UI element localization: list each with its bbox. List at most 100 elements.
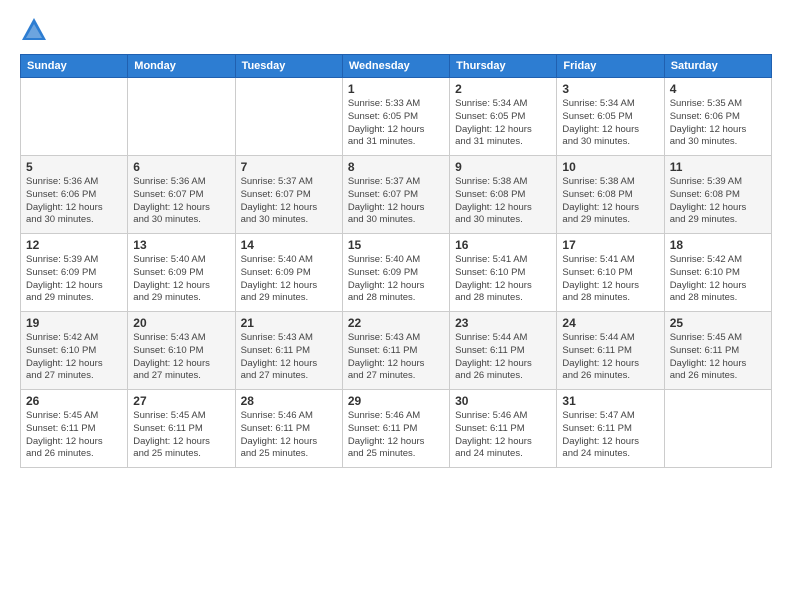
day-number: 22: [348, 316, 444, 330]
calendar-cell: 5 Sunrise: 5:36 AM Sunset: 6:06 PM Daylig…: [21, 156, 128, 234]
col-header-friday: Friday: [557, 55, 664, 78]
day-number: 30: [455, 394, 551, 408]
col-header-saturday: Saturday: [664, 55, 771, 78]
day-info: Sunrise: 5:42 AM Sunset: 6:10 PM Dayligh…: [26, 332, 122, 383]
day-number: 27: [133, 394, 229, 408]
day-number: 24: [562, 316, 658, 330]
calendar-week-2: 5 Sunrise: 5:36 AM Sunset: 6:06 PM Daylig…: [21, 156, 772, 234]
day-number: 3: [562, 82, 658, 96]
calendar-table: SundayMondayTuesdayWednesdayThursdayFrid…: [20, 54, 772, 468]
day-number: 28: [241, 394, 337, 408]
day-info: Sunrise: 5:45 AM Sunset: 6:11 PM Dayligh…: [26, 410, 122, 461]
calendar-cell: 28Sunrise: 5:46 AM Sunset: 6:11 PM Dayli…: [235, 390, 342, 468]
calendar-cell: 2 Sunrise: 5:34 AM Sunset: 6:05 PM Daylig…: [450, 78, 557, 156]
day-info: Sunrise: 5:36 AM Sunset: 6:06 PM Dayligh…: [26, 176, 122, 227]
day-info: Sunrise: 5:33 AM Sunset: 6:05 PM Dayligh…: [348, 98, 444, 149]
day-info: Sunrise: 5:41 AM Sunset: 6:10 PM Dayligh…: [562, 254, 658, 305]
day-info: Sunrise: 5:39 AM Sunset: 6:09 PM Dayligh…: [26, 254, 122, 305]
calendar-cell: 26 Sunrise: 5:45 AM Sunset: 6:11 PM Dayli…: [21, 390, 128, 468]
day-number: 14: [241, 238, 337, 252]
day-number: 8: [348, 160, 444, 174]
calendar-cell: 6 Sunrise: 5:36 AM Sunset: 6:07 PM Daylig…: [128, 156, 235, 234]
calendar-cell: 9 Sunrise: 5:38 AM Sunset: 6:08 PM Daylig…: [450, 156, 557, 234]
day-info: Sunrise: 5:38 AM Sunset: 6:08 PM Dayligh…: [455, 176, 551, 227]
calendar-cell: [235, 78, 342, 156]
day-number: 6: [133, 160, 229, 174]
day-number: 12: [26, 238, 122, 252]
day-number: 9: [455, 160, 551, 174]
day-number: 11: [670, 160, 766, 174]
calendar-cell: 14Sunrise: 5:40 AM Sunset: 6:09 PM Dayli…: [235, 234, 342, 312]
page: SundayMondayTuesdayWednesdayThursdayFrid…: [0, 0, 792, 478]
col-header-sunday: Sunday: [21, 55, 128, 78]
logo-icon: [20, 16, 48, 44]
calendar-cell: 16Sunrise: 5:41 AM Sunset: 6:10 PM Dayli…: [450, 234, 557, 312]
day-number: 5: [26, 160, 122, 174]
day-number: 26: [26, 394, 122, 408]
calendar-cell: 21Sunrise: 5:43 AM Sunset: 6:11 PM Dayli…: [235, 312, 342, 390]
day-info: Sunrise: 5:43 AM Sunset: 6:11 PM Dayligh…: [241, 332, 337, 383]
day-info: Sunrise: 5:38 AM Sunset: 6:08 PM Dayligh…: [562, 176, 658, 227]
calendar-cell: 22 Sunrise: 5:43 AM Sunset: 6:11 PM Dayli…: [342, 312, 449, 390]
day-info: Sunrise: 5:41 AM Sunset: 6:10 PM Dayligh…: [455, 254, 551, 305]
day-info: Sunrise: 5:42 AM Sunset: 6:10 PM Dayligh…: [670, 254, 766, 305]
day-number: 17: [562, 238, 658, 252]
calendar-cell: 27 Sunrise: 5:45 AM Sunset: 6:11 PM Dayli…: [128, 390, 235, 468]
day-info: Sunrise: 5:39 AM Sunset: 6:08 PM Dayligh…: [670, 176, 766, 227]
day-info: Sunrise: 5:46 AM Sunset: 6:11 PM Dayligh…: [455, 410, 551, 461]
day-info: Sunrise: 5:35 AM Sunset: 6:06 PM Dayligh…: [670, 98, 766, 149]
header: [20, 16, 772, 44]
day-info: Sunrise: 5:44 AM Sunset: 6:11 PM Dayligh…: [455, 332, 551, 383]
calendar-cell: [128, 78, 235, 156]
calendar-week-1: 1 Sunrise: 5:33 AM Sunset: 6:05 PM Daylig…: [21, 78, 772, 156]
day-info: Sunrise: 5:40 AM Sunset: 6:09 PM Dayligh…: [348, 254, 444, 305]
day-number: 25: [670, 316, 766, 330]
day-number: 29: [348, 394, 444, 408]
day-info: Sunrise: 5:45 AM Sunset: 6:11 PM Dayligh…: [670, 332, 766, 383]
calendar-cell: [664, 390, 771, 468]
day-number: 13: [133, 238, 229, 252]
calendar-cell: 11 Sunrise: 5:39 AM Sunset: 6:08 PM Dayli…: [664, 156, 771, 234]
day-info: Sunrise: 5:37 AM Sunset: 6:07 PM Dayligh…: [241, 176, 337, 227]
day-info: Sunrise: 5:36 AM Sunset: 6:07 PM Dayligh…: [133, 176, 229, 227]
calendar-cell: 3Sunrise: 5:34 AM Sunset: 6:05 PM Daylig…: [557, 78, 664, 156]
day-info: Sunrise: 5:34 AM Sunset: 6:05 PM Dayligh…: [455, 98, 551, 149]
calendar-cell: 15Sunrise: 5:40 AM Sunset: 6:09 PM Dayli…: [342, 234, 449, 312]
day-number: 18: [670, 238, 766, 252]
calendar-cell: 10 Sunrise: 5:38 AM Sunset: 6:08 PM Dayli…: [557, 156, 664, 234]
day-info: Sunrise: 5:43 AM Sunset: 6:10 PM Dayligh…: [133, 332, 229, 383]
day-number: 1: [348, 82, 444, 96]
calendar-cell: 7Sunrise: 5:37 AM Sunset: 6:07 PM Daylig…: [235, 156, 342, 234]
calendar-cell: 8 Sunrise: 5:37 AM Sunset: 6:07 PM Daylig…: [342, 156, 449, 234]
calendar-cell: 19 Sunrise: 5:42 AM Sunset: 6:10 PM Dayli…: [21, 312, 128, 390]
calendar-cell: 25 Sunrise: 5:45 AM Sunset: 6:11 PM Dayli…: [664, 312, 771, 390]
day-number: 2: [455, 82, 551, 96]
calendar-header-row: SundayMondayTuesdayWednesdayThursdayFrid…: [21, 55, 772, 78]
calendar-cell: 30 Sunrise: 5:46 AM Sunset: 6:11 PM Dayli…: [450, 390, 557, 468]
day-number: 4: [670, 82, 766, 96]
calendar-week-5: 26 Sunrise: 5:45 AM Sunset: 6:11 PM Dayli…: [21, 390, 772, 468]
calendar-cell: 29 Sunrise: 5:46 AM Sunset: 6:11 PM Dayli…: [342, 390, 449, 468]
calendar-cell: 4 Sunrise: 5:35 AM Sunset: 6:06 PM Daylig…: [664, 78, 771, 156]
calendar-cell: 13 Sunrise: 5:40 AM Sunset: 6:09 PM Dayli…: [128, 234, 235, 312]
col-header-thursday: Thursday: [450, 55, 557, 78]
calendar-week-3: 12 Sunrise: 5:39 AM Sunset: 6:09 PM Dayli…: [21, 234, 772, 312]
calendar-cell: 18 Sunrise: 5:42 AM Sunset: 6:10 PM Dayli…: [664, 234, 771, 312]
calendar-cell: 1 Sunrise: 5:33 AM Sunset: 6:05 PM Daylig…: [342, 78, 449, 156]
calendar-cell: 17 Sunrise: 5:41 AM Sunset: 6:10 PM Dayli…: [557, 234, 664, 312]
day-info: Sunrise: 5:44 AM Sunset: 6:11 PM Dayligh…: [562, 332, 658, 383]
day-number: 19: [26, 316, 122, 330]
day-info: Sunrise: 5:40 AM Sunset: 6:09 PM Dayligh…: [133, 254, 229, 305]
day-info: Sunrise: 5:43 AM Sunset: 6:11 PM Dayligh…: [348, 332, 444, 383]
day-number: 10: [562, 160, 658, 174]
day-info: Sunrise: 5:45 AM Sunset: 6:11 PM Dayligh…: [133, 410, 229, 461]
logo: [20, 16, 50, 44]
day-info: Sunrise: 5:37 AM Sunset: 6:07 PM Dayligh…: [348, 176, 444, 227]
day-info: Sunrise: 5:46 AM Sunset: 6:11 PM Dayligh…: [348, 410, 444, 461]
calendar-cell: [21, 78, 128, 156]
calendar-cell: 31Sunrise: 5:47 AM Sunset: 6:11 PM Dayli…: [557, 390, 664, 468]
day-number: 31: [562, 394, 658, 408]
calendar-cell: 20Sunrise: 5:43 AM Sunset: 6:10 PM Dayli…: [128, 312, 235, 390]
calendar-cell: 23Sunrise: 5:44 AM Sunset: 6:11 PM Dayli…: [450, 312, 557, 390]
calendar-cell: 12 Sunrise: 5:39 AM Sunset: 6:09 PM Dayli…: [21, 234, 128, 312]
